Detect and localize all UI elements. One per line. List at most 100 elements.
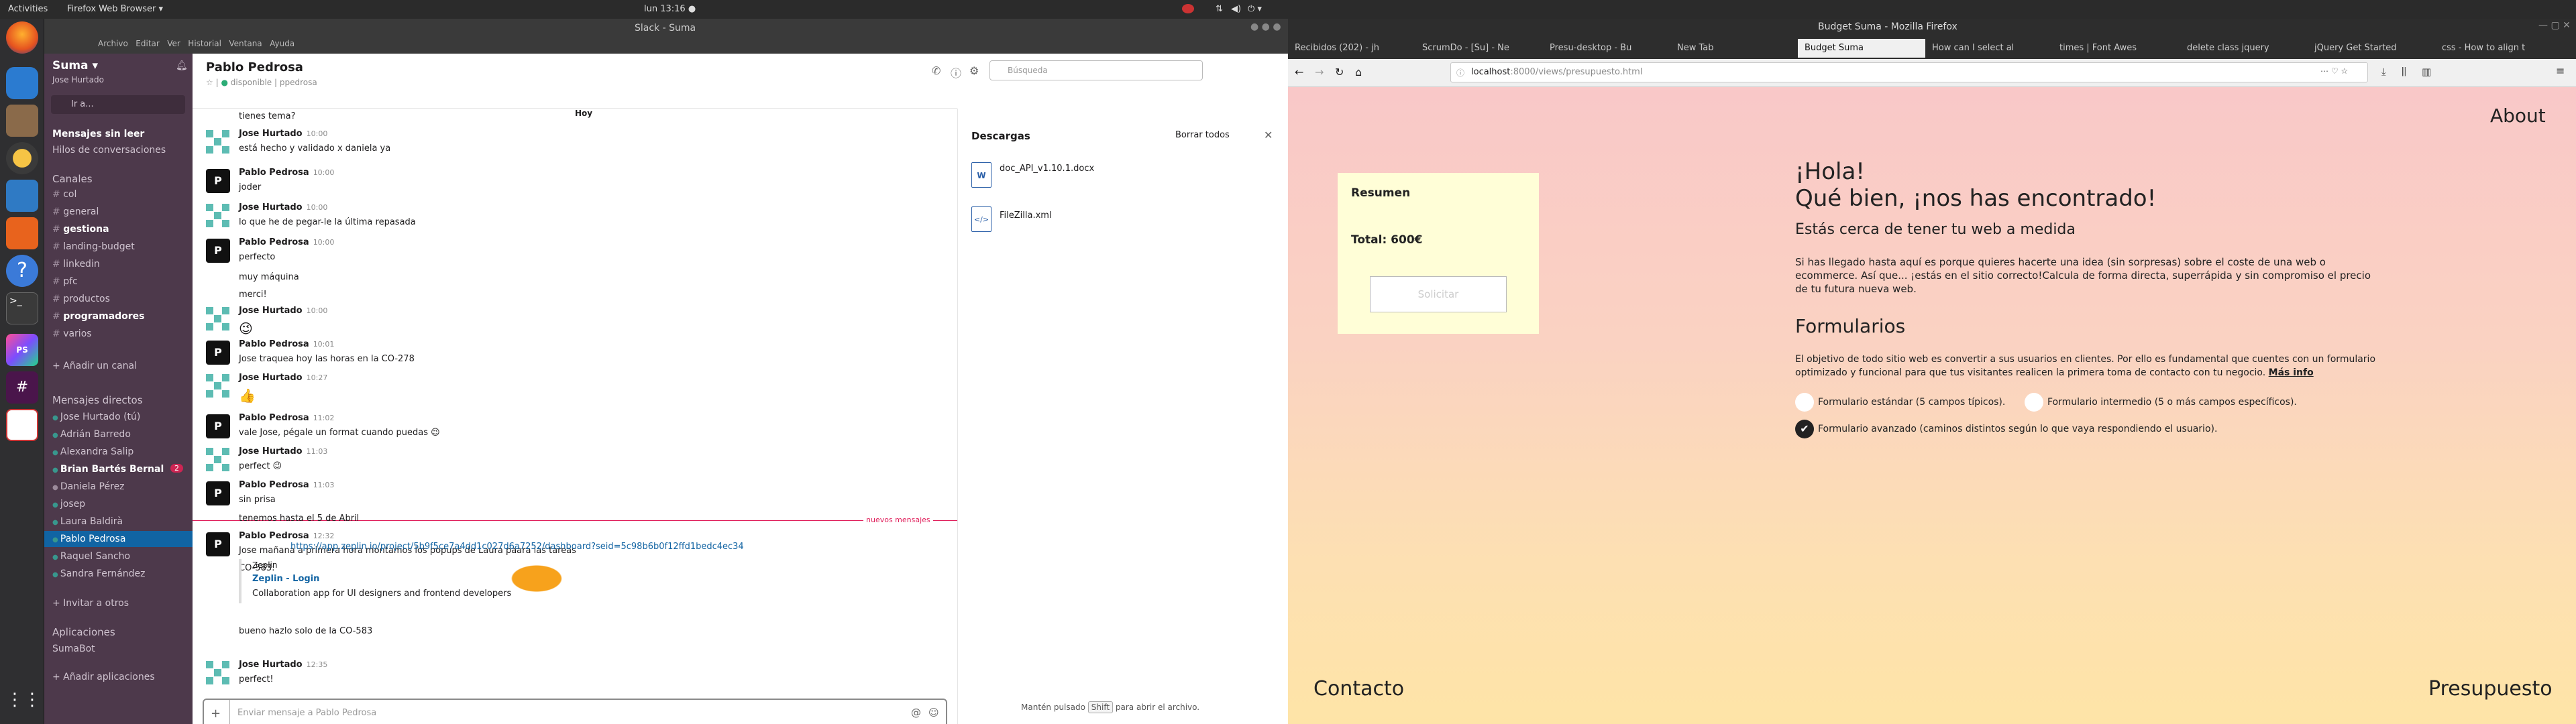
download-file[interactable]: doc_API_v1.10.1.docx bbox=[1000, 164, 1094, 174]
radio-standard[interactable] bbox=[1795, 393, 1814, 412]
clear-all-button[interactable]: Borrar todos bbox=[1175, 130, 1230, 140]
channel-title[interactable]: Pablo Pedrosa bbox=[206, 60, 303, 74]
unfurl-title[interactable]: Zeplin - Login bbox=[252, 574, 319, 584]
avatar[interactable]: P bbox=[206, 341, 230, 365]
thunderbird-icon[interactable] bbox=[6, 67, 38, 99]
channel-item[interactable]: # col bbox=[52, 189, 76, 200]
budget-link[interactable]: Presupuesto bbox=[2428, 677, 2553, 701]
browser-tab[interactable]: How can I select al bbox=[1925, 39, 2053, 58]
browser-tab[interactable]: Presu-desktop - Bu bbox=[1543, 39, 1670, 58]
message-author[interactable]: Jose Hurtado 10:00 bbox=[239, 129, 327, 139]
message-time[interactable]: 10:00 bbox=[313, 168, 335, 177]
slack-menubar[interactable]: Archivo Editar Ver Historial Ventana Ayu… bbox=[98, 39, 294, 48]
add-apps[interactable]: + Añadir aplicaciones bbox=[52, 672, 155, 682]
message-author[interactable]: Jose Hurtado 11:03 bbox=[239, 446, 327, 457]
avatar[interactable]: P bbox=[206, 481, 230, 505]
radio-advanced-checked[interactable]: ✔ bbox=[1795, 420, 1814, 438]
mention-icon[interactable]: @ bbox=[911, 707, 921, 719]
avatar[interactable]: P bbox=[206, 414, 230, 438]
message-time[interactable]: 11:02 bbox=[313, 414, 335, 422]
dm-item[interactable]: ● Adrián Barredo bbox=[52, 429, 131, 440]
apps-header[interactable]: Aplicaciones bbox=[52, 626, 115, 638]
avatar[interactable]: P bbox=[206, 169, 230, 193]
forward-icon[interactable]: → bbox=[1315, 66, 1324, 78]
channels-header[interactable]: Canales bbox=[52, 173, 93, 185]
message-time[interactable]: 10:00 bbox=[307, 306, 328, 315]
message-composer[interactable]: + Enviar mensaje a Pablo Pedrosa @ ☺ bbox=[203, 699, 947, 724]
message-author[interactable]: Pablo Pedrosa 11:02 bbox=[239, 413, 334, 423]
browser-tab[interactable]: times | Font Awes bbox=[2053, 39, 2180, 58]
message-time[interactable]: 10:00 bbox=[307, 129, 328, 138]
message-author[interactable]: Pablo Pedrosa 11:03 bbox=[239, 480, 334, 490]
window-controls[interactable]: ● ● ● bbox=[1250, 21, 1281, 32]
channel-item[interactable]: # linkedin bbox=[52, 259, 100, 269]
browser-tab[interactable]: ScrumDo - [Su] - Ne bbox=[1415, 39, 1543, 58]
dm-item[interactable]: ● Sandra Fernández bbox=[52, 568, 146, 579]
dm-item[interactable]: ● Brian Bartés Bernal bbox=[52, 464, 164, 475]
app-sumabot[interactable]: SumaBot bbox=[52, 644, 95, 654]
docx-file-icon[interactable]: W bbox=[971, 162, 991, 188]
firefox-icon[interactable] bbox=[6, 21, 38, 54]
message-author[interactable]: Jose Hurtado 10:27 bbox=[239, 373, 327, 383]
channel-item[interactable]: # productos bbox=[52, 294, 110, 304]
emoji-icon[interactable]: ☺ bbox=[928, 707, 939, 719]
call-icon[interactable]: ✆ bbox=[932, 64, 941, 77]
browser-tab[interactable]: jQuery Get Started bbox=[2308, 39, 2435, 58]
channel-item[interactable]: # pfc bbox=[52, 276, 78, 287]
option-advanced-label[interactable]: Formulario avanzado (caminos distintos s… bbox=[1818, 424, 2217, 434]
threads[interactable]: Hilos de conversaciones bbox=[52, 145, 166, 156]
message-time[interactable]: 11:03 bbox=[307, 447, 328, 456]
avatar[interactable]: P bbox=[206, 532, 230, 556]
message-time[interactable]: 10:00 bbox=[307, 203, 328, 212]
jump-to-input[interactable]: Ir a... bbox=[51, 95, 185, 114]
dm-item[interactable]: ● Pablo Pedrosa bbox=[52, 534, 125, 544]
plus-icon[interactable]: + bbox=[211, 707, 221, 721]
channel-item[interactable]: # landing-budget bbox=[52, 241, 135, 252]
flag-icon[interactable] bbox=[1182, 4, 1194, 13]
dm-item[interactable]: ● Daniela Pérez bbox=[52, 481, 125, 492]
gimp-icon[interactable] bbox=[6, 409, 38, 441]
message-author[interactable]: Pablo Pedrosa 12:32 bbox=[239, 531, 334, 541]
avatar[interactable] bbox=[206, 448, 230, 472]
phpstorm-icon[interactable]: PS bbox=[6, 334, 38, 366]
add-channel[interactable]: + Añadir un canal bbox=[52, 361, 137, 371]
app-grid-icon[interactable]: ⋮⋮ bbox=[6, 684, 41, 716]
volume-icon[interactable]: ◀) bbox=[1231, 4, 1241, 14]
message-author[interactable]: Pablo Pedrosa 10:00 bbox=[239, 237, 334, 247]
browser-tab[interactable]: New Tab bbox=[1670, 39, 1798, 58]
network-icon[interactable]: ⇅ bbox=[1216, 4, 1223, 14]
bell-icon[interactable]: 🔔︎ bbox=[176, 60, 188, 71]
request-button[interactable]: Solicitar bbox=[1370, 276, 1507, 312]
message-author[interactable]: Pablo Pedrosa 10:00 bbox=[239, 168, 334, 178]
current-user[interactable]: Jose Hurtado bbox=[52, 75, 104, 84]
option-intermediate-label[interactable]: Formulario intermedio (5 o más campos es… bbox=[2047, 397, 2297, 408]
browser-tab[interactable]: css - How to align t bbox=[2435, 39, 2563, 58]
channel-item[interactable]: # general bbox=[52, 206, 99, 217]
sidebar-icon[interactable]: ▥ bbox=[2422, 66, 2431, 78]
menu-icon[interactable]: ≡ bbox=[2556, 64, 2565, 77]
dm-item[interactable]: ● Jose Hurtado (tú) bbox=[52, 412, 140, 422]
option-standard-label[interactable]: Formulario estándar (5 campos típicos). bbox=[1818, 397, 2005, 408]
writer-icon[interactable] bbox=[6, 180, 38, 212]
dm-item[interactable]: ● Alexandra Salip bbox=[52, 446, 133, 457]
dm-item[interactable]: ● Raquel Sancho bbox=[52, 551, 130, 562]
info-icon[interactable]: ⓘ bbox=[951, 64, 961, 80]
browser-tab[interactable]: Recibidos (202) - jh bbox=[1288, 39, 1415, 58]
power-icon[interactable]: ⏻ ▾ bbox=[1248, 4, 1262, 14]
reload-icon[interactable]: ↻ bbox=[1335, 66, 1344, 78]
rhythmbox-icon[interactable] bbox=[6, 142, 38, 174]
help-icon[interactable]: ? bbox=[6, 255, 38, 287]
firefox-window-controls[interactable]: — ▢ ✕ bbox=[2538, 20, 2571, 31]
browser-tab[interactable]: Budget Suma bbox=[1798, 39, 1925, 58]
info-icon[interactable]: ⓘ bbox=[1456, 67, 1464, 78]
more-info-link[interactable]: Más info bbox=[2269, 367, 2314, 378]
avatar[interactable] bbox=[206, 204, 230, 228]
activities-button[interactable]: Activities bbox=[8, 4, 48, 14]
slack-icon[interactable]: # bbox=[6, 371, 38, 404]
download-file[interactable]: FileZilla.xml bbox=[1000, 210, 1052, 221]
invite-others[interactable]: + Invitar a otros bbox=[52, 598, 129, 609]
back-icon[interactable]: ← bbox=[1295, 66, 1303, 78]
message-author[interactable]: Jose Hurtado 12:35 bbox=[239, 660, 327, 670]
gear-icon[interactable]: ⚙ bbox=[969, 64, 979, 77]
zeplin-link[interactable]: https://app.zeplin.io/project/5b9f5ce7a4… bbox=[290, 542, 744, 552]
